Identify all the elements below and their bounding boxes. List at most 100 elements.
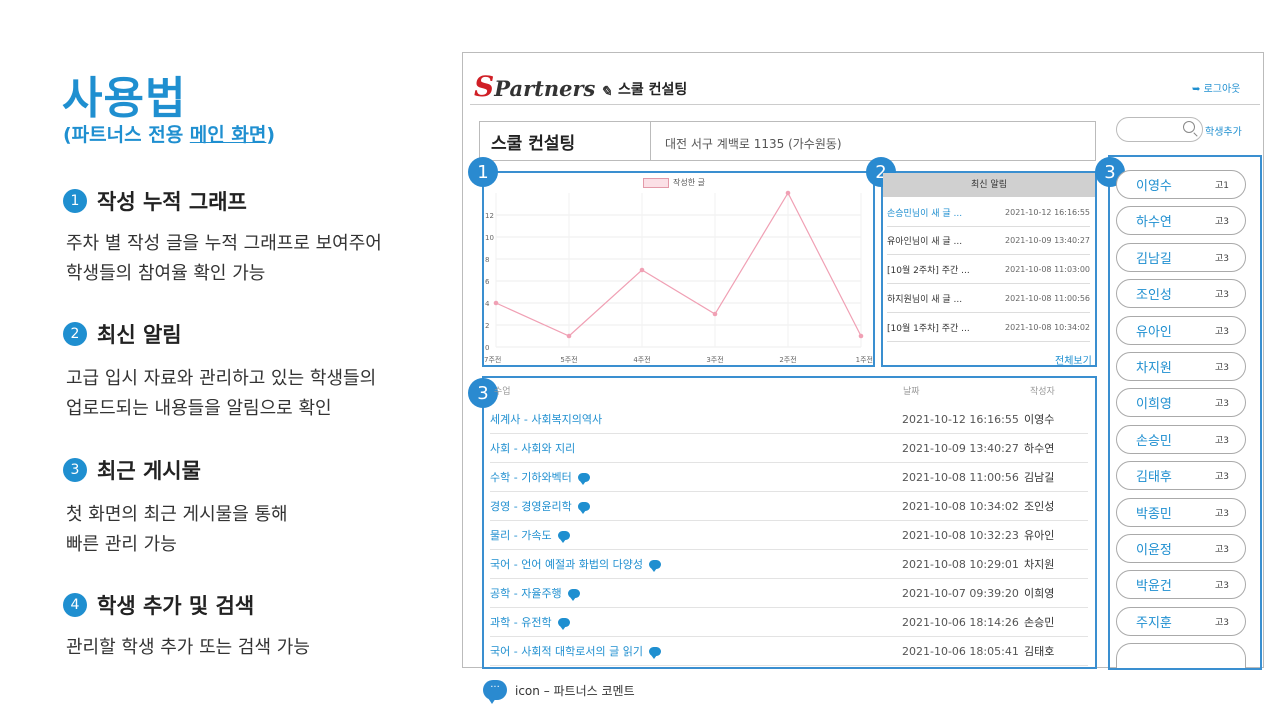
student-name: 유아인 — [1136, 325, 1172, 340]
student-item[interactable]: 차지원 고3 — [1116, 352, 1246, 381]
school-name: 스쿨 컨설팅 — [480, 122, 651, 160]
view-all-link[interactable]: 전체보기 — [1055, 352, 1092, 367]
student-item[interactable]: 유아인 고3 — [1116, 316, 1246, 345]
post-date: 2021-10-09 13:40:27 — [902, 441, 1019, 455]
student-grade: 고3 — [1214, 472, 1229, 482]
post-author: 하수연 — [1024, 442, 1055, 455]
y-tick-label: 10 — [485, 234, 494, 242]
student-item[interactable]: 주지훈 고3 — [1116, 607, 1246, 636]
comment-icon — [649, 559, 662, 572]
notice-item[interactable]: [10월 2주차] 주간 ... 2021-10-08 11:03:00 — [887, 256, 1090, 284]
post-title: 과학 - 유전학 — [490, 614, 902, 630]
post-title: 수학 - 기하와벡터 — [490, 469, 902, 485]
footnote: ··· icon – 파트너스 코멘트 — [483, 680, 635, 704]
post-date: 2021-10-08 10:34:02 — [902, 499, 1019, 513]
post-row[interactable]: 국어 - 사회적 대학로서의 글 읽기 2021-10-06 18:05:41 김태… — [490, 637, 1088, 666]
data-point — [858, 333, 864, 339]
post-author: 조인성 — [1024, 500, 1055, 513]
student-name: 김남길 — [1136, 252, 1172, 267]
comment-icon — [577, 472, 590, 485]
student-item[interactable]: 하수연 고3 — [1116, 206, 1246, 235]
notice-item[interactable]: 손승민님이 새 글 ... 2021-10-12 16:16:55 — [887, 199, 1090, 227]
student-item[interactable]: 이영수 고1 — [1116, 170, 1246, 199]
partners-logo[interactable]: SPartners ✎ — [474, 70, 612, 103]
student-item[interactable]: 손승민 고3 — [1116, 425, 1246, 454]
school-info: 스쿨 컨설팅 대전 서구 계백로 1135 (가수원동) — [479, 121, 1096, 161]
student-item[interactable]: 김태후 고3 — [1116, 461, 1246, 490]
post-row[interactable]: 국어 - 언어 예절과 화법의 다양성 2021-10-08 10:29:01 차지… — [490, 550, 1088, 579]
guide-section-2-body: 고급 입시 자료와 관리하고 있는 학생들의 업로드되는 내용들을 알림으로 확인 — [66, 368, 377, 419]
post-row[interactable]: 경영 - 경영윤리학 2021-10-08 10:34:02 조인성 — [490, 492, 1088, 521]
comment-icon — [577, 501, 590, 514]
student-item[interactable]: 김남길 고3 — [1116, 243, 1246, 272]
student-item[interactable]: 박종민 고3 — [1116, 498, 1246, 527]
post-author: 손승민 — [1024, 616, 1055, 629]
post-title: 경영 - 경영윤리학 — [490, 498, 902, 514]
post-row[interactable]: 사회 - 사회와 지리 2021-10-09 13:40:27 하수연 — [490, 434, 1088, 463]
student-grade: 고3 — [1214, 254, 1229, 264]
x-tick-label: 3주전 — [706, 355, 723, 364]
student-name: 박종민 — [1136, 507, 1172, 522]
comment-icon — [567, 588, 580, 601]
post-author: 김남길 — [1024, 471, 1055, 484]
post-row[interactable]: 물리 - 가속도 2021-10-08 10:32:23 유아인 — [490, 521, 1088, 550]
y-tick-label: 0 — [485, 344, 489, 352]
data-point — [712, 311, 718, 317]
y-tick-label: 4 — [485, 300, 490, 308]
post-date: 2021-10-07 09:39:20 — [902, 586, 1019, 600]
post-row[interactable]: 수학 - 기하와벡터 2021-10-08 11:00:56 김남길 — [490, 463, 1088, 492]
logout-link[interactable]: ➥ 로그아웃 — [1192, 80, 1240, 95]
post-title: 공학 - 자율주행 — [490, 585, 902, 601]
notice-item[interactable]: 유아인님이 새 글 ... 2021-10-09 13:40:27 — [887, 227, 1090, 255]
x-tick-label: 5주전 — [560, 355, 577, 364]
post-row[interactable]: 공학 - 자율주행 2021-10-07 09:39:20 이희영 — [490, 579, 1088, 608]
comment-icon — [557, 617, 570, 630]
y-tick-label: 12 — [485, 212, 494, 220]
guide-section-1-body: 주차 별 작성 글을 누적 그래프로 보여주어 학생들의 참여율 확인 가능 — [66, 233, 382, 284]
student-grade: 고3 — [1214, 399, 1229, 409]
x-tick-label: 1주전 — [856, 355, 873, 364]
student-grade: 고3 — [1214, 581, 1229, 591]
student-grade: 고3 — [1214, 436, 1229, 446]
post-author: 유아인 — [1024, 529, 1055, 542]
notice-header: 최신 알림 — [883, 173, 1095, 197]
number-3-icon: 3 — [63, 458, 87, 482]
student-grade: 고3 — [1214, 290, 1229, 300]
comment-icon — [649, 646, 662, 659]
student-item[interactable]: 이희영 고3 — [1116, 388, 1246, 417]
post-author: 차지원 — [1024, 558, 1055, 571]
student-item[interactable]: 조인성 고3 — [1116, 279, 1246, 308]
post-title: 국어 - 사회적 대학로서의 글 읽기 — [490, 643, 902, 659]
post-row[interactable]: 과학 - 유전학 2021-10-06 18:14:26 손승민 — [490, 608, 1088, 637]
student-name: 하수연 — [1136, 215, 1172, 230]
add-student-button[interactable]: 학생추가 — [1205, 123, 1242, 138]
y-tick-label: 6 — [485, 278, 490, 286]
post-date: 2021-10-08 10:32:23 — [902, 528, 1019, 542]
student-item[interactable]: 이윤정 고3 — [1116, 534, 1246, 563]
post-row[interactable]: 세계사 - 사회복지의역사 2021-10-12 16:16:55 이영수 — [490, 405, 1088, 434]
y-tick-label: 8 — [485, 256, 489, 264]
search-icon[interactable] — [1183, 121, 1195, 133]
student-grade: 고3 — [1214, 217, 1229, 227]
y-tick-label: 2 — [485, 322, 489, 330]
student-name: 이희영 — [1136, 397, 1172, 412]
data-point — [493, 300, 499, 306]
header-divider — [470, 104, 1260, 105]
series-line — [495, 191, 862, 337]
post-title: 국어 - 언어 예절과 화법의 다양성 — [490, 556, 902, 572]
student-name: 이영수 — [1136, 179, 1172, 194]
post-author: 이희영 — [1024, 587, 1055, 600]
student-name: 이윤정 — [1136, 543, 1172, 558]
guide-section-3-body: 첫 화면의 최근 게시물을 통해 빠른 관리 가능 — [66, 504, 288, 555]
notice-item[interactable]: [10월 1주차] 주간 ... 2021-10-08 10:34:02 — [887, 314, 1090, 342]
notice-item[interactable]: 하지원님이 새 글 ... 2021-10-08 11:00:56 — [887, 285, 1090, 313]
post-author: 김태호 — [1024, 645, 1055, 658]
student-grade: 고3 — [1214, 363, 1229, 373]
guide-section-2-heading: 2 최신 알림 — [63, 319, 182, 349]
student-item[interactable]: 박윤건 고3 — [1116, 570, 1246, 599]
student-grade: 고1 — [1214, 181, 1229, 191]
student-name: 조인성 — [1136, 288, 1172, 303]
student-item[interactable] — [1116, 643, 1246, 668]
post-date: 2021-10-06 18:05:41 — [902, 644, 1019, 658]
x-tick-label: 4주전 — [633, 355, 650, 364]
